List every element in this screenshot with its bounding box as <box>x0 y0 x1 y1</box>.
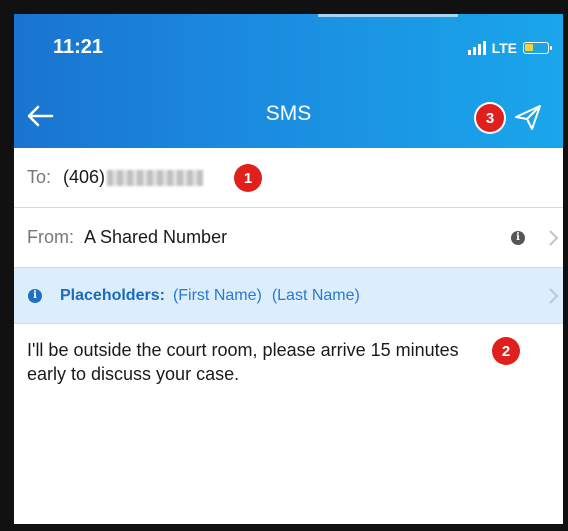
network-label: LTE <box>491 40 517 56</box>
to-label: To: <box>27 167 52 187</box>
send-button[interactable] <box>511 100 545 134</box>
to-number: (406) <box>63 167 106 187</box>
status-indicators: LTE <box>467 38 552 58</box>
to-field[interactable]: To: (406) 1 <box>14 148 563 208</box>
placeholder-last-name[interactable]: (Last Name) <box>272 287 360 305</box>
placeholder-first-name[interactable]: (First Name) <box>173 287 262 305</box>
message-body[interactable]: I'll be outside the court room, please a… <box>27 338 487 386</box>
from-label: From: <box>27 227 74 247</box>
annotation-badge-3: 3 <box>476 104 504 132</box>
status-bar-line <box>318 14 458 17</box>
info-icon[interactable]: i <box>511 230 525 245</box>
chevron-right-icon <box>549 229 559 246</box>
redacted-number <box>107 169 204 186</box>
signal-icon <box>467 41 486 55</box>
battery-icon <box>523 42 552 54</box>
chevron-right-icon <box>549 287 559 304</box>
annotation-badge-2: 2 <box>492 337 520 365</box>
from-value: A Shared Number <box>84 227 228 247</box>
status-time: 11:21 <box>53 36 104 58</box>
header: 11:21 LTE SMS 3 <box>14 14 563 148</box>
paper-plane-icon <box>515 105 541 130</box>
info-icon: i <box>28 288 42 303</box>
from-field[interactable]: From: A Shared Number i <box>14 208 563 268</box>
placeholders-label: Placeholders: <box>60 286 165 304</box>
phone-screen: 11:21 LTE SMS 3 To: (406) 1 From: A Shar… <box>14 14 563 524</box>
placeholders-bar[interactable]: i Placeholders: (First Name) (Last Name) <box>14 268 563 324</box>
annotation-badge-1: 1 <box>234 164 262 192</box>
